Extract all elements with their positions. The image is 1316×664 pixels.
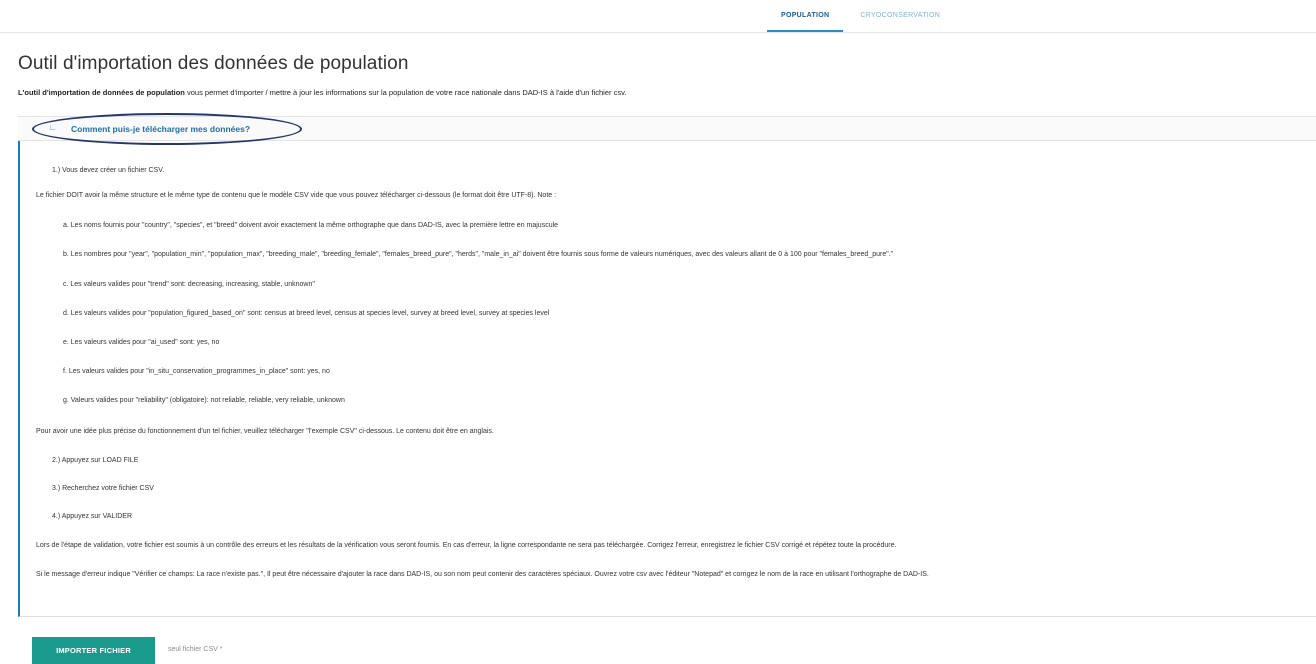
- accordion-title[interactable]: Comment puis-je télécharger mes données?: [71, 124, 250, 134]
- note-b: b. Les nombres pour "year", "population_…: [63, 251, 894, 258]
- step-1: 1.) Vous devez créer un fichier CSV.: [52, 167, 165, 174]
- note-c: c. Les valeurs valides pour "trend" sont…: [63, 281, 315, 288]
- top-tabs: POPULATION CRYOCONSERVATION: [767, 0, 957, 32]
- note-e: e. Les valeurs valides pour "ai_used" so…: [63, 339, 220, 346]
- validation-note: Lors de l'étape de validation, votre fic…: [36, 542, 897, 549]
- note-g: g. Valeurs valides pour "reliability" (o…: [63, 397, 345, 404]
- tab-cryoconservation[interactable]: CRYOCONSERVATION: [843, 0, 957, 32]
- example-note: Pour avoir une idée plus précise du fonc…: [36, 428, 494, 435]
- intro-bold: L'outil d'importation de données de popu…: [18, 88, 185, 97]
- structure-note: Le fichier DOIT avoir la même structure …: [36, 192, 557, 199]
- step-4: 4.) Appuyez sur VALIDER: [52, 513, 133, 520]
- tabs-divider: [0, 32, 1316, 33]
- error-note: Si le message d'erreur indique "Vérifier…: [36, 571, 929, 578]
- collapse-icon[interactable]: ∟: [49, 123, 57, 132]
- note-d: d. Les valeurs valides pour "population_…: [63, 310, 550, 317]
- population-import-page: POPULATION CRYOCONSERVATION Outil d'impo…: [0, 0, 1316, 664]
- step-3: 3.) Recherchez votre fichier CSV: [52, 485, 154, 492]
- csv-only-note: seul fichier CSV *: [168, 646, 223, 653]
- page-title: Outil d'importation des données de popul…: [18, 53, 409, 74]
- intro-rest: vous permet d'importer / mettre à jour l…: [184, 88, 627, 97]
- tab-population[interactable]: POPULATION: [767, 0, 844, 32]
- import-file-button[interactable]: IMPORTER FICHIER: [32, 637, 155, 664]
- accordion-body: 1.) Vous devez créer un fichier CSV. Le …: [18, 141, 1316, 617]
- note-f: f. Les valeurs valides pour "in_situ_con…: [63, 368, 330, 375]
- step-2: 2.) Appuyez sur LOAD FILE: [52, 457, 139, 464]
- note-a: a. Les noms fournis pour "country", "spe…: [63, 222, 559, 229]
- intro-text: L'outil d'importation de données de popu…: [18, 88, 626, 97]
